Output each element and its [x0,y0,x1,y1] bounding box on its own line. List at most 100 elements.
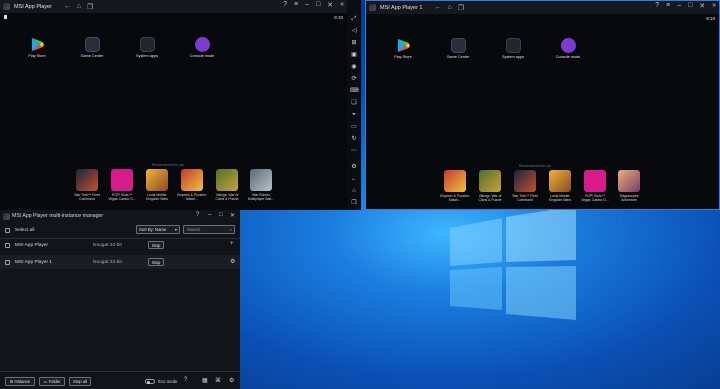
collapse-sidebar-icon[interactable]: « [340,1,344,9]
app-play-store[interactable]: Play Store [20,37,54,58]
minimize-icon[interactable]: – [305,1,309,9]
instance-settings-icon[interactable]: ⚙ [230,258,235,265]
game-item[interactable]: War Robots Multiplayer Batt... [246,169,276,201]
sort-dropdown[interactable]: Sort By: Name ▾ [136,225,180,234]
app-play-store[interactable]: Play Store [386,38,420,59]
android-screen: 9:10 Play Store Game Center System apps … [366,14,719,209]
instance-name: MSI App Player [15,242,49,248]
player-window-left: MSI App Player ← ⌂ ❐ ? ≡ – □ ✕ « 9:10 Pl… [0,0,347,210]
help-icon[interactable]: ? [184,377,187,383]
folder-icon[interactable]: ▭ [350,123,358,131]
eco-icon[interactable]: ⌘ [215,377,221,384]
home-icon[interactable]: ⌂ [448,4,452,12]
expand-sidebar-icon[interactable]: » [712,2,716,10]
multi-instance-icon[interactable]: ❏ [350,99,358,107]
recents-nav-icon[interactable]: ❐ [350,199,358,207]
game-item[interactable]: Vikings: War of Clans & Puzzle [475,170,505,202]
stop-all-button[interactable]: Stop all [69,377,91,386]
game-item[interactable]: Star Trek™ Fleet Command [510,170,540,202]
home-icon[interactable]: ⌂ [77,3,81,11]
instance-version: Nougat 32-bit [93,242,122,248]
app-game-center[interactable]: Game Center [75,37,109,58]
app-console-mode[interactable]: Console mode [551,38,585,59]
recent-apps-icon[interactable]: ❐ [87,3,93,11]
settings-icon[interactable]: ⚙ [229,377,234,384]
system-apps-icon [505,38,521,53]
console-mode-icon [560,38,576,53]
apk-install-icon[interactable]: ⊞ [350,39,358,47]
search-input[interactable]: Search ⌕ [183,225,235,234]
add-shortcut-icon[interactable]: + [230,241,234,247]
maximize-icon[interactable]: □ [219,212,223,218]
home-nav-icon[interactable]: ⌂ [350,187,358,195]
eco-mode-label: Eco mode [158,379,178,384]
screenshot-icon[interactable]: ▣ [350,51,358,59]
back-nav-icon[interactable]: ← [350,175,358,183]
stop-button[interactable]: Stop [148,241,164,249]
fullscreen-icon[interactable]: ⤢ [350,15,358,23]
close-icon[interactable]: ✕ [230,212,235,219]
game-icon [111,169,133,191]
game-center-icon [84,37,100,52]
app-game-center[interactable]: Game Center [441,38,475,59]
macro-icon[interactable]: ⟳ [350,75,358,83]
volume-icon[interactable]: ◁ [350,27,358,35]
game-item[interactable]: Lords Mobile: Kingdom Wars [545,170,575,202]
record-icon[interactable]: ◉ [350,63,358,71]
keyboard-icon[interactable]: ⌨ [350,87,359,95]
maximize-icon[interactable]: □ [316,1,320,9]
notification-icon [4,15,7,19]
app-console-mode[interactable]: Console mode [185,37,219,58]
back-icon[interactable]: ← [64,3,71,11]
close-icon[interactable]: ✕ [327,1,333,9]
rotate-icon[interactable]: ↻ [350,135,358,143]
new-instance-button[interactable]: ⊞ Instance [5,377,35,386]
instance-checkbox[interactable] [5,242,10,248]
eco-mode-toggle[interactable] [145,379,155,384]
game-item[interactable]: POP! Slots™ Vegas Casino G... [580,170,610,202]
arrange-icon[interactable]: ▦ [202,377,208,384]
instance-checkbox[interactable] [5,259,10,265]
game-item[interactable]: Star Trek™ Fleet Command [72,169,102,201]
player-sidebar: ⤢ ◁ ⊞ ▣ ◉ ⟳ ⌨ ❏ ⌖ ▭ ↻ ⋯ ⚙ ← ⌂ ❐ [347,0,361,210]
minimize-icon[interactable]: – [208,212,211,218]
recent-apps-icon[interactable]: ❐ [458,4,464,12]
game-item[interactable]: Vikings: War of Clans & Puzzle [212,169,242,201]
help-icon[interactable]: ? [196,212,199,218]
toggle-knob [147,380,150,384]
game-icon [181,169,203,191]
minimize-icon[interactable]: – [677,2,681,10]
app-system-apps[interactable]: System apps [130,37,164,58]
window-title: MSI App Player [14,3,52,10]
toolbar-row: Select all Sort By: Name ▾ Search ⌕ [0,223,240,237]
menu-icon[interactable]: ≡ [666,2,670,10]
select-all-checkbox[interactable] [5,227,10,233]
close-icon[interactable]: ✕ [699,2,705,10]
folder-button[interactable]: ▭ Folder [39,377,65,386]
instance-row[interactable]: MSI App Player 1 Nougat 32-bit Stop ⚙ [0,255,240,269]
manager-title: MSI App Player multi-instance manager [12,213,104,219]
game-item[interactable]: Disgracepes Adventure [614,170,644,202]
instance-version: Nougat 32-bit [93,259,122,265]
location-icon[interactable]: ⌖ [350,111,358,119]
game-item[interactable]: Empires & Puzzles: Match... [440,170,470,202]
stop-button[interactable]: Stop [148,258,164,266]
status-clock: 9:10 [706,16,715,21]
help-icon[interactable]: ? [283,1,287,9]
back-icon[interactable]: ← [435,4,442,12]
app-system-apps[interactable]: System apps [496,38,530,59]
game-item[interactable]: Lords Mobile: Kingdom Wars [142,169,172,201]
instance-row[interactable]: MSI App Player Nougat 32-bit Stop + [0,238,240,252]
menu-icon[interactable]: ≡ [294,1,298,9]
more-icon[interactable]: ⋯ [350,147,358,155]
game-item[interactable]: POP! Slots™ Vegas Casino G... [107,169,137,201]
game-icon [479,170,501,192]
play-store-icon [397,38,410,53]
settings-icon[interactable]: ⚙ [350,163,358,171]
game-icon [549,170,571,192]
help-icon[interactable]: ? [655,2,659,10]
select-all-label: Select all [15,227,35,233]
maximize-icon[interactable]: □ [688,2,692,10]
game-item[interactable]: Empires & Puzzles: Match... [177,169,207,201]
title-bar: MSI App Player ← ⌂ ❐ ? ≡ – □ ✕ « [0,0,347,13]
